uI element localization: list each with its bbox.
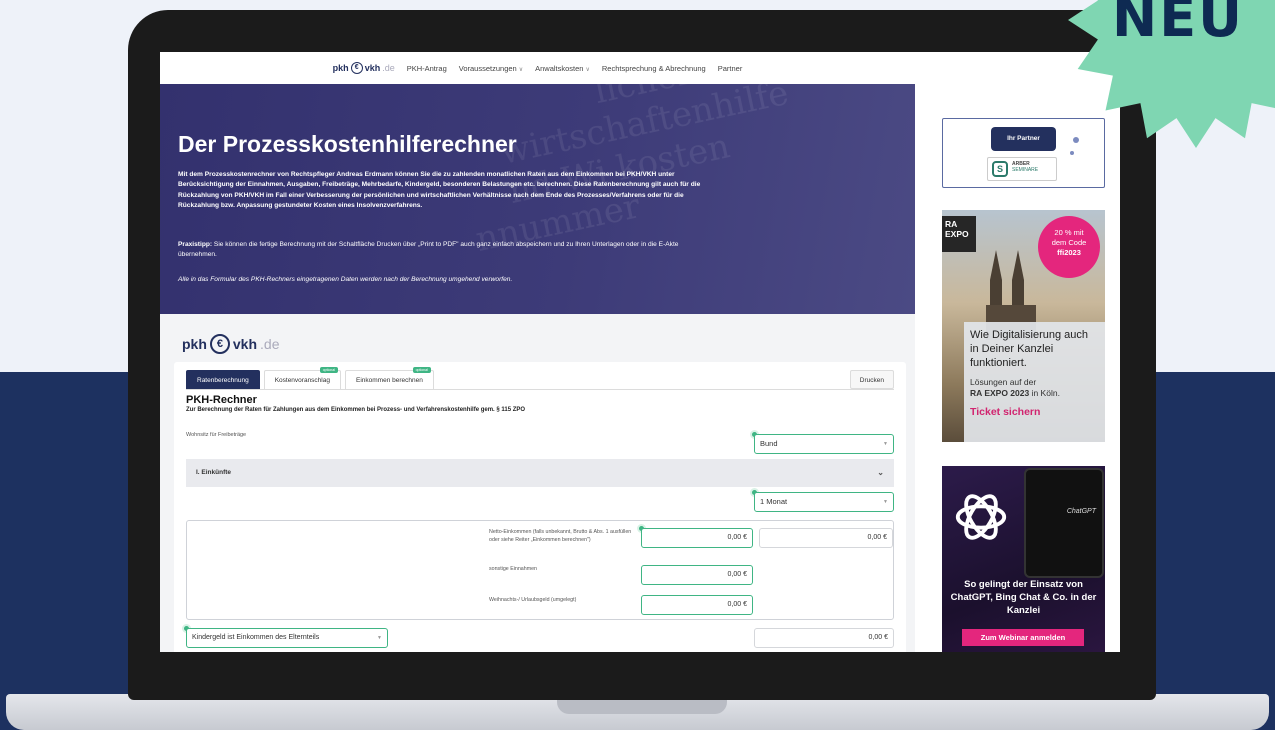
print-button[interactable]: Drucken <box>849 370 894 389</box>
tab-kostenvoranschlag[interactable]: Kostenvoranschlag optional <box>263 367 341 389</box>
chevron-down-icon: ∨ <box>585 66 590 73</box>
arber-logo: S ARBER SEMINARE <box>987 157 1057 181</box>
chatgpt-webinar-ad[interactable]: ChatGPT So gelingt der Einsatz von ChatG… <box>942 466 1105 652</box>
arber-sub: SEMINARE <box>1012 167 1039 173</box>
hero-description: Mit dem Prozesskostenrechner von Rechtsp… <box>178 171 701 209</box>
browser-screen: pkh € vkh .de PKH-Antrag Voraussetzungen ∨… <box>160 52 1120 652</box>
netto-einkommen-label: Netto-Einkommen (falls unbekannt, Brutto… <box>489 529 632 543</box>
calculator-section: pkh € vkh .de Ratenberechnung Kostenvoran… <box>160 314 915 652</box>
page-title: Der Prozesskostenhilferechner <box>178 131 517 157</box>
income-box: Netto-Einkommen (falls unbekannt, Brutto… <box>186 520 894 620</box>
calculator-title: PKH-Rechner <box>186 394 257 406</box>
urlaubsgeld-label: Weihnachts-/ Urlaubsgeld (umgelegt) <box>489 597 577 603</box>
ad-headline: Wie Digitalisierung auch in Deiner Kanzl… <box>970 329 1088 369</box>
tab-label: Einkommen berechnen <box>355 377 423 384</box>
chevron-down-icon: ∨ <box>518 66 524 73</box>
kindergeld-input[interactable]: 0,00 € <box>754 628 894 648</box>
nav-item-label: PKH-Antrag <box>406 63 447 73</box>
decor-dot <box>1070 151 1074 155</box>
tab-label: Ratenberechnung <box>197 377 249 384</box>
nav-item-label: Partner <box>717 63 743 73</box>
calculator-logo: pkh € vkh .de <box>182 334 279 354</box>
select-arrow-icon: ▼ <box>377 635 382 641</box>
arber-s-icon: S <box>992 161 1008 177</box>
nav-item-rechtsprechung[interactable]: Rechtsprechung & Abrechnung <box>602 64 706 73</box>
logo-vkh: vkh <box>364 63 381 73</box>
top-navigation: pkh € vkh .de PKH-Antrag Voraussetzungen ∨… <box>160 52 915 84</box>
logo-pkh: pkh <box>182 336 207 352</box>
tip-label: Praxistipp: <box>178 241 213 248</box>
brand-top: RA <box>945 219 958 229</box>
calculator-tabs: Ratenberechnung Kostenvoranschlag optiona… <box>186 367 438 389</box>
nav-item-label: Anwaltskosten <box>535 63 584 73</box>
hero-privacy-note: Alle in das Formular des PKH-Rechners ei… <box>178 276 513 283</box>
webinar-button[interactable]: Zum Webinar anmelden <box>962 629 1084 646</box>
select-arrow-icon: ▼ <box>883 441 888 447</box>
logo-de: .de <box>260 336 280 352</box>
tip-text: Sie können die fertige Berechnung mit de… <box>178 241 679 259</box>
euro-coin-icon: € <box>350 62 363 74</box>
period-value: 1 Monat <box>760 497 788 506</box>
wohnsitz-value: Bund <box>760 439 778 448</box>
site-logo[interactable]: pkh € vkh .de <box>333 62 395 74</box>
sonstige-einnahmen-input[interactable]: 0,00 € <box>641 565 753 585</box>
nav-item-label: Voraussetzungen <box>458 63 517 73</box>
period-select[interactable]: 1 Monat ▼ <box>754 492 894 512</box>
logo-de: .de <box>382 63 395 73</box>
tab-einkommen-berechnen[interactable]: Einkommen berechnen optional <box>344 367 434 389</box>
nav-item-voraussetzungen[interactable]: Voraussetzungen ∨ <box>459 64 523 73</box>
euro-coin-icon: € <box>209 334 230 354</box>
partner-pill: Ihr Partner <box>991 127 1056 151</box>
tab-divider <box>186 389 894 390</box>
phone-mockup: ChatGPT <box>1024 468 1104 578</box>
ra-expo-ad[interactable]: RA EXPO 20 % mit dem Code ffi2023 Wie Dig… <box>942 210 1105 442</box>
nav-item-partner[interactable]: Partner <box>718 64 743 73</box>
brand-bottom: EXPO <box>945 229 969 239</box>
select-arrow-icon: ▼ <box>883 499 888 505</box>
nav-item-label: Rechtsprechung & Abrechnung <box>601 63 706 73</box>
phone-title: ChatGPT <box>1066 508 1096 515</box>
chevron-down-icon: ⌄ <box>877 468 884 477</box>
neu-badge-text: NEU <box>1112 0 1244 49</box>
hero-banner: ﾠ ﾠ ﾠﾠlichen Verhä ﾠ wirtschaftenhilfe ﾠ n… <box>160 84 915 314</box>
optional-badge: optional <box>412 367 431 373</box>
wohnsitz-label: Wohnsitz für Freibeträge <box>186 432 247 438</box>
netto-einkommen-partner-input[interactable]: 0,00 € <box>759 528 893 548</box>
nav-item-pkh-antrag[interactable]: PKH-Antrag <box>407 64 447 73</box>
tab-ratenberechnung[interactable]: Ratenberechnung <box>186 370 260 389</box>
hero-tip: Praxistipp: Sie können die fertige Berec… <box>178 240 718 261</box>
promo-circle: 20 % mit dem Code ffi2023 <box>1038 216 1100 278</box>
sonstige-einnahmen-label: sonstige Einnahmen <box>489 566 537 572</box>
promo-line2: dem Code <box>1051 238 1087 247</box>
urlaubsgeld-input[interactable]: 0,00 € <box>641 595 753 615</box>
ra-expo-brand: RA EXPO <box>942 216 976 252</box>
nav-item-anwaltskosten[interactable]: Anwaltskosten ∨ <box>535 64 590 73</box>
tab-label: Kostenvoranschlag <box>274 377 330 384</box>
kindergeld-select[interactable]: Kindergeld ist Einkommen des Elternteils… <box>186 628 388 648</box>
ad-sub1: Lösungen auf der <box>970 377 1037 387</box>
calculator-card: Ratenberechnung Kostenvoranschlag optiona… <box>174 362 906 652</box>
openai-logo-icon <box>955 494 1007 540</box>
netto-einkommen-input[interactable]: 0,00 € <box>641 528 753 548</box>
wohnsitz-select[interactable]: Bund ▼ <box>754 434 894 454</box>
optional-badge: optional <box>319 367 338 373</box>
section-einkuenfte[interactable]: I. Einkünfte ⌄ <box>186 459 894 487</box>
ticket-link[interactable]: Ticket sichern <box>970 406 1099 418</box>
kindergeld-value: Kindergeld ist Einkommen des Elternteils <box>192 634 320 641</box>
ad-sub2-bold: RA EXPO 2023 <box>970 388 1030 398</box>
ad-sub2-rest: in Köln. <box>1029 388 1060 398</box>
ra-expo-panel: Wie Digitalisierung auch in Deiner Kanzl… <box>964 322 1105 442</box>
calculator-subtitle: Zur Berechnung der Raten für Zahlungen a… <box>186 407 526 413</box>
ad-subline: Lösungen auf der RA EXPO 2023 in Köln. <box>970 377 1099 399</box>
logo-pkh: pkh <box>332 63 349 73</box>
promo-line1: 20 % mit <box>1054 228 1084 237</box>
sidebar-ads: Ihr Partner S ARBER SEMINARE RA EXPO 20 %… <box>915 84 1120 652</box>
ad-headline: So gelingt der Einsatz von ChatGPT, Bing… <box>950 579 1097 616</box>
logo-vkh: vkh <box>232 336 258 352</box>
section-label: I. Einkünfte <box>196 469 232 476</box>
promo-code: ffi2023 <box>1057 248 1081 257</box>
